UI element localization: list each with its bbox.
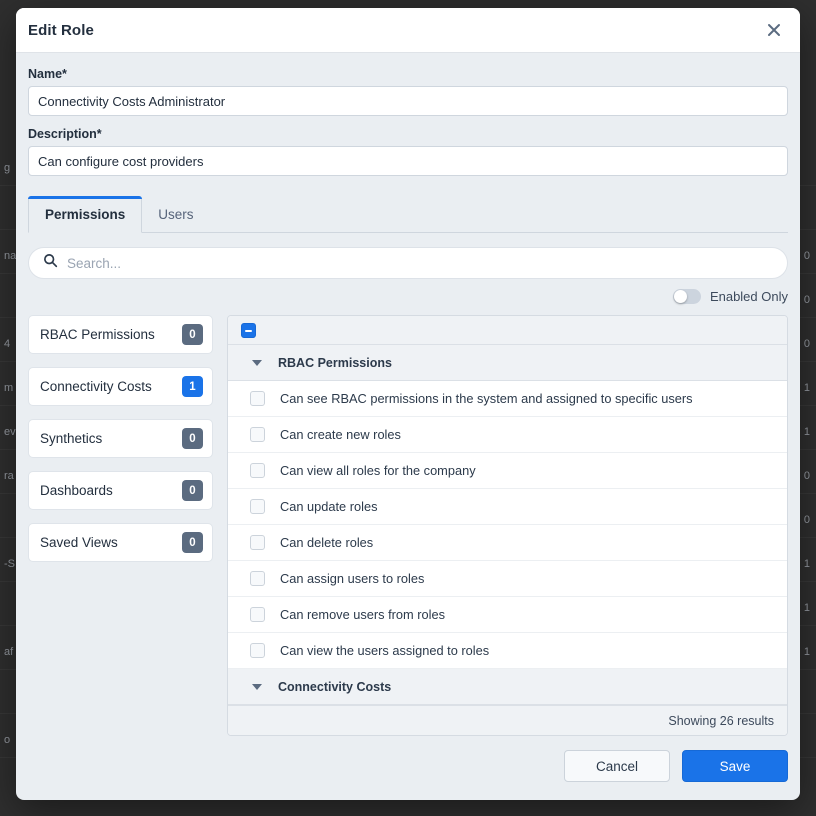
chevron-down-icon — [252, 684, 262, 690]
permissions-split: RBAC Permissions0Connectivity Costs1Synt… — [16, 304, 800, 736]
tab-users-label: Users — [158, 207, 193, 222]
category-count-badge: 1 — [182, 376, 203, 397]
category-count-badge: 0 — [182, 480, 203, 501]
permission-group-header[interactable]: RBAC Permissions — [228, 345, 787, 381]
permission-row[interactable]: Can update roles — [228, 489, 787, 525]
category-label: Connectivity Costs — [40, 379, 182, 394]
category-item[interactable]: Saved Views0 — [28, 523, 213, 562]
permission-checkbox[interactable] — [250, 427, 265, 442]
description-field-group: Description* — [28, 127, 788, 176]
permission-label: Can view all roles for the company — [280, 463, 476, 478]
permission-checkbox[interactable] — [250, 643, 265, 658]
name-input[interactable] — [28, 86, 788, 116]
tab-bar: Permissions Users — [28, 195, 788, 233]
chevron-down-icon — [252, 360, 262, 366]
permission-label: Can see RBAC permissions in the system a… — [280, 391, 693, 406]
modal-header: Edit Role — [16, 8, 800, 53]
permission-label: Can create new roles — [280, 427, 401, 442]
permission-row[interactable]: Can view all roles for the company — [228, 453, 787, 489]
search-input[interactable] — [67, 256, 773, 271]
permission-label: Can delete roles — [280, 535, 373, 550]
description-label: Description* — [28, 127, 788, 141]
permission-group-header[interactable]: Connectivity Costs — [228, 669, 787, 705]
permission-row[interactable]: Can see RBAC permissions in the system a… — [228, 381, 787, 417]
permission-group-title: Connectivity Costs — [278, 680, 391, 694]
permission-row[interactable]: Can create new roles — [228, 417, 787, 453]
cancel-button-label: Cancel — [596, 759, 638, 774]
edit-role-modal: Edit Role Name* Description* Permissions… — [16, 8, 800, 800]
category-count-badge: 0 — [182, 428, 203, 449]
search-box[interactable] — [28, 247, 788, 279]
permission-checkbox[interactable] — [250, 391, 265, 406]
permissions-footer: Showing 26 results — [228, 705, 787, 735]
enabled-only-label: Enabled Only — [710, 289, 788, 304]
name-label: Name* — [28, 67, 788, 81]
category-item[interactable]: RBAC Permissions0 — [28, 315, 213, 354]
permissions-scroll-area[interactable]: RBAC Permissions Can see RBAC permissions… — [228, 345, 787, 705]
permission-checkbox[interactable] — [250, 607, 265, 622]
toggle-knob — [674, 290, 687, 303]
permission-checkbox[interactable] — [250, 571, 265, 586]
permissions-panel-header — [228, 316, 787, 345]
category-item[interactable]: Connectivity Costs1 — [28, 367, 213, 406]
close-icon[interactable] — [762, 18, 786, 42]
enabled-only-toggle[interactable] — [673, 289, 701, 304]
permission-checkbox[interactable] — [250, 535, 265, 550]
select-all-checkbox[interactable] — [241, 323, 256, 338]
permission-row[interactable]: Can delete roles — [228, 525, 787, 561]
permission-label: Can assign users to roles — [280, 571, 424, 586]
search-section — [16, 233, 800, 279]
permission-row[interactable]: Can view the users assigned to roles — [228, 633, 787, 669]
permission-checkbox[interactable] — [250, 463, 265, 478]
category-label: Saved Views — [40, 535, 182, 550]
permission-row[interactable]: Can assign users to roles — [228, 561, 787, 597]
tab-users[interactable]: Users — [142, 196, 209, 232]
modal-body: Name* Description* Permissions Users — [16, 53, 800, 233]
category-count-badge: 0 — [182, 532, 203, 553]
permission-group-title: RBAC Permissions — [278, 356, 392, 370]
category-label: RBAC Permissions — [40, 327, 182, 342]
cancel-button[interactable]: Cancel — [564, 750, 670, 782]
category-label: Dashboards — [40, 483, 182, 498]
description-input[interactable] — [28, 146, 788, 176]
tab-permissions[interactable]: Permissions — [28, 196, 142, 233]
category-item[interactable]: Synthetics0 — [28, 419, 213, 458]
category-list: RBAC Permissions0Connectivity Costs1Synt… — [28, 315, 213, 736]
save-button[interactable]: Save — [682, 750, 788, 782]
category-label: Synthetics — [40, 431, 182, 446]
permissions-panel: RBAC Permissions Can see RBAC permissions… — [227, 315, 788, 736]
permission-label: Can view the users assigned to roles — [280, 643, 489, 658]
results-count: Showing 26 results — [668, 714, 774, 728]
search-icon — [43, 253, 58, 273]
permission-label: Can update roles — [280, 499, 377, 514]
permission-checkbox[interactable] — [250, 499, 265, 514]
page-title: Edit Role — [28, 22, 94, 39]
save-button-label: Save — [720, 759, 751, 774]
permission-label: Can remove users from roles — [280, 607, 445, 622]
category-item[interactable]: Dashboards0 — [28, 471, 213, 510]
name-field-group: Name* — [28, 67, 788, 116]
category-count-badge: 0 — [182, 324, 203, 345]
tab-permissions-label: Permissions — [45, 207, 125, 222]
permission-row[interactable]: Can remove users from roles — [228, 597, 787, 633]
enabled-only-row: Enabled Only — [16, 279, 800, 304]
modal-footer: Cancel Save — [16, 736, 800, 800]
